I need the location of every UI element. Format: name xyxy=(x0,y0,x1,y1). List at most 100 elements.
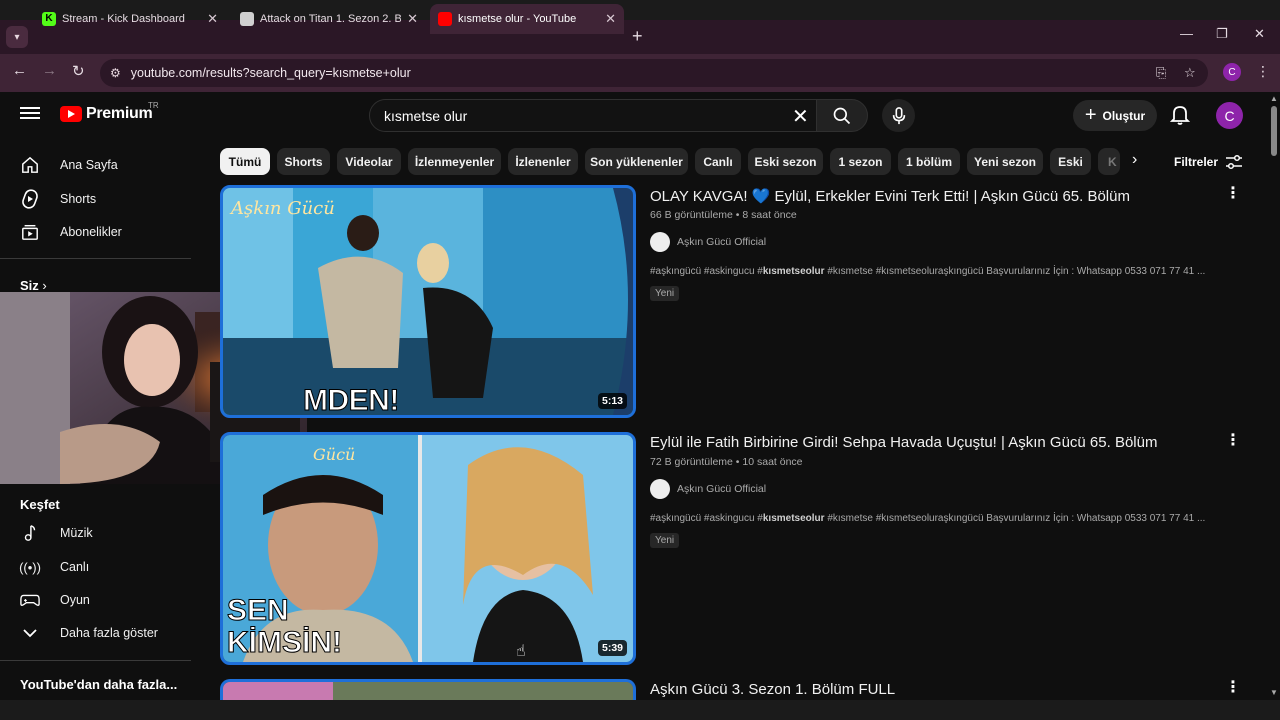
channel-link[interactable]: Aşkın Gücü Official xyxy=(650,232,766,252)
chevron-right-icon: › xyxy=(42,278,47,293)
window-close-icon[interactable]: ✕ xyxy=(1254,26,1265,42)
tab-search-dropdown-icon[interactable]: ▾ xyxy=(6,26,28,48)
sidebar-item-gaming[interactable]: Oyun xyxy=(20,590,90,610)
chip-new-season[interactable]: Yeni sezon xyxy=(967,148,1043,175)
bookmark-star-icon[interactable]: ☆ xyxy=(1184,65,1196,81)
restore-icon[interactable]: ❐ xyxy=(1216,26,1228,42)
gaming-icon xyxy=(20,590,40,610)
account-avatar[interactable]: C xyxy=(1216,102,1243,129)
chip-videos[interactable]: Videolar xyxy=(337,148,401,175)
sidebar-item-shorts[interactable]: Shorts xyxy=(20,189,96,209)
sidebar-item-subscriptions[interactable]: Abonelikler xyxy=(20,222,122,242)
video-description: #aşkıngücü #askingucu #kısmetseolur #kıs… xyxy=(650,266,1205,277)
url-text: youtube.com/results?search_query=kısmets… xyxy=(130,66,411,80)
video-description: #aşkıngücü #askingucu #kısmetseolur #kıs… xyxy=(650,513,1205,524)
video-title[interactable]: OLAY KAVGA! 💙 Eylül, Erkekler Evini Terk… xyxy=(650,187,1130,205)
tab-attack-on-titan[interactable]: Attack on Titan 1. Sezon 2. Bölüm ✕ xyxy=(232,4,426,34)
new-badge: Yeni xyxy=(650,286,680,301)
sidebar-show-more[interactable]: Daha fazla göster xyxy=(20,623,158,643)
forward-icon[interactable]: → xyxy=(42,62,57,79)
music-icon xyxy=(20,523,40,543)
sidebar-item-label: Müzik xyxy=(60,526,93,540)
youtube-icon xyxy=(438,12,452,26)
voice-search-button[interactable] xyxy=(882,99,915,132)
channel-watermark: Aşkın Gücü xyxy=(231,198,335,219)
chip-1-episode[interactable]: 1 bölüm xyxy=(898,148,960,175)
address-bar[interactable]: ⚙ youtube.com/results?search_query=kısme… xyxy=(100,59,1208,87)
desc-text: #kısmetse #kısmetseoluraşkıngücü Başvuru… xyxy=(824,266,1206,277)
video-duration: 5:13 xyxy=(597,393,627,409)
close-icon[interactable]: ✕ xyxy=(605,11,616,27)
back-icon[interactable]: ← xyxy=(12,62,27,79)
search-button[interactable] xyxy=(816,99,868,132)
more-actions-icon[interactable]: ⋮ xyxy=(1225,186,1241,202)
mouse-pointer-icon: ☝ xyxy=(516,643,526,660)
video-title[interactable]: Aşkın Gücü 3. Sezon 1. Bölüm FULL xyxy=(650,681,895,698)
sidebar-explore-heading: Keşfet xyxy=(20,497,60,512)
sidebar-item-label: Daha fazla göster xyxy=(60,626,158,640)
video-thumbnail[interactable]: Aşkın Gücü MDEN! 5:13 xyxy=(220,185,636,418)
chip-all[interactable]: Tümü xyxy=(220,148,270,175)
chip-unwatched[interactable]: İzlenmeyenler xyxy=(408,148,501,175)
logo-text: Premium xyxy=(86,105,153,122)
reload-icon[interactable]: ↻ xyxy=(72,62,85,80)
desc-highlight: kısmetseolur xyxy=(762,266,825,277)
minimize-icon[interactable]: — xyxy=(1180,26,1193,41)
microphone-icon xyxy=(892,106,905,124)
desc-highlight: kısmetseolur xyxy=(762,513,825,524)
chip-shorts[interactable]: Shorts xyxy=(277,148,330,175)
chip-live[interactable]: Canlı xyxy=(695,148,741,175)
channel-avatar xyxy=(650,232,670,252)
desc-text: #aşkıngücü #askingucu # xyxy=(650,266,763,277)
notifications-bell-icon[interactable] xyxy=(1169,104,1192,126)
sidebar-you-heading[interactable]: Siz › xyxy=(20,278,47,293)
search-input[interactable]: kısmetse olur xyxy=(369,99,817,132)
install-app-icon[interactable]: ⎘ xyxy=(1156,65,1166,81)
tab-youtube[interactable]: kısmetse olur - YouTube ✕ xyxy=(430,4,624,34)
chip-truncated[interactable]: K xyxy=(1098,148,1120,175)
chevron-right-icon[interactable]: › xyxy=(1132,151,1137,169)
more-actions-icon[interactable]: ⋮ xyxy=(1225,680,1241,696)
scrollbar-thumb[interactable] xyxy=(1271,106,1277,156)
browser-profile-avatar[interactable]: C xyxy=(1223,63,1241,81)
clear-search-icon[interactable]: ✕ xyxy=(792,104,809,129)
sidebar-divider xyxy=(0,258,191,259)
more-actions-icon[interactable]: ⋮ xyxy=(1225,433,1241,449)
scroll-up-arrow-icon[interactable]: ▲ xyxy=(1270,94,1278,103)
channel-name: Aşkın Gücü Official xyxy=(677,236,767,248)
desc-text: #kısmetse #kısmetseoluraşkıngücü Başvuru… xyxy=(824,513,1206,524)
chip-watched[interactable]: İzlenenler xyxy=(508,148,578,175)
video-metadata: 66 B görüntüleme • 8 saat önce xyxy=(650,209,797,221)
chip-old[interactable]: Eski xyxy=(1050,148,1091,175)
filters-label: Filtreler xyxy=(1174,155,1219,169)
close-icon[interactable]: ✕ xyxy=(407,11,418,27)
shorts-icon xyxy=(20,189,40,209)
sidebar-item-music[interactable]: Müzik xyxy=(20,523,93,543)
thumbnail-caption: SEN KİMSİN! xyxy=(227,594,343,659)
channel-watermark: Gücü xyxy=(313,445,356,464)
desc-text: #aşkıngücü #askingucu # xyxy=(650,513,763,524)
sidebar-item-live[interactable]: ((•)) Canlı xyxy=(19,557,89,577)
channel-link[interactable]: Aşkın Gücü Official xyxy=(650,479,766,499)
youtube-premium-logo[interactable]: Premium TR xyxy=(60,101,159,123)
sidebar-item-home[interactable]: Ana Sayfa xyxy=(20,155,118,175)
sidebar-item-label: Oyun xyxy=(60,593,90,607)
create-button[interactable]: + Oluştur xyxy=(1073,100,1157,131)
caption-line: SEN xyxy=(227,594,290,627)
new-tab-icon[interactable]: + xyxy=(632,26,643,47)
sidebar-divider xyxy=(0,660,191,661)
kick-icon: K xyxy=(42,12,56,26)
close-icon[interactable]: ✕ xyxy=(207,11,218,27)
browser-menu-icon[interactable]: ⋮ xyxy=(1256,63,1270,80)
chip-1-season[interactable]: 1 sezon xyxy=(830,148,891,175)
video-title[interactable]: Eylül ile Fatih Birbirine Girdi! Sehpa H… xyxy=(650,434,1157,451)
tab-kick[interactable]: K Stream - Kick Dashboard ✕ xyxy=(34,4,226,34)
scroll-down-arrow-icon[interactable]: ▼ xyxy=(1270,688,1278,697)
menu-icon[interactable] xyxy=(20,104,40,124)
page-scrollbar[interactable] xyxy=(1268,92,1280,700)
chip-old-season[interactable]: Eski sezon xyxy=(748,148,823,175)
chip-recently-uploaded[interactable]: Son yüklenenler xyxy=(585,148,688,175)
site-info-icon[interactable]: ⚙ xyxy=(110,66,121,80)
filters-button[interactable]: Filtreler xyxy=(1174,154,1243,170)
video-thumbnail[interactable]: Gücü SEN KİMSİN! 5:39 xyxy=(220,432,636,665)
